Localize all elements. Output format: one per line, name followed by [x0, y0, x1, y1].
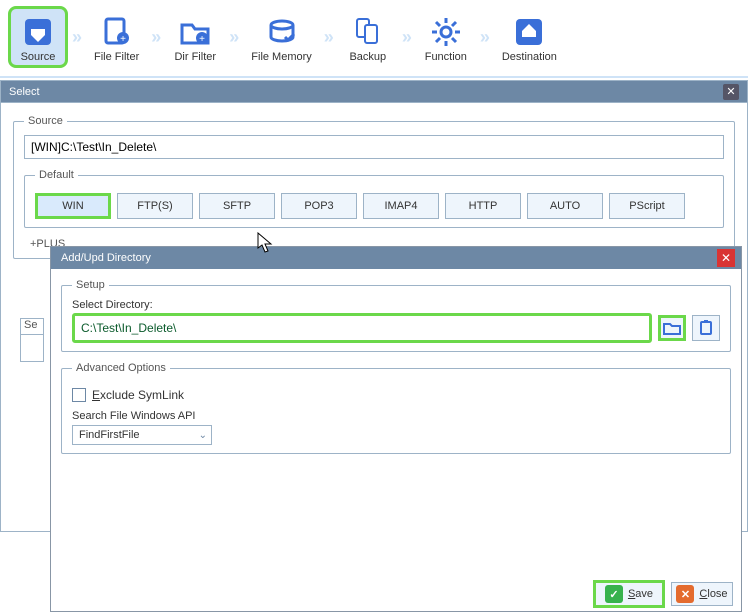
toolbar-file-filter[interactable]: + File Filter — [86, 9, 147, 65]
source-icon — [21, 15, 55, 49]
chevron-icon: » — [72, 27, 82, 48]
chevron-down-icon: ⌄ — [199, 430, 207, 441]
clipboard-icon — [698, 320, 714, 336]
default-fieldset: Default WIN FTP(S) SFTP POP3 IMAP4 HTTP … — [24, 169, 724, 228]
close-icon[interactable]: ✕ — [723, 84, 739, 100]
close-button[interactable]: ✕ Close — [671, 582, 733, 606]
exclude-symlink-checkbox[interactable] — [72, 388, 86, 402]
protocol-win-button[interactable]: WIN — [35, 193, 111, 219]
svg-text:+: + — [120, 34, 126, 45]
source-fieldset: Source Default WIN FTP(S) SFTP POP3 IMAP… — [13, 115, 735, 259]
toolbar-label: Backup — [349, 51, 386, 63]
source-input[interactable] — [24, 135, 724, 159]
main-toolbar: Source » + File Filter » + Dir Filter » … — [0, 0, 748, 78]
setup-legend: Setup — [72, 279, 109, 291]
protocol-imap4-button[interactable]: IMAP4 — [363, 193, 439, 219]
chevron-icon: » — [229, 27, 239, 48]
file-filter-icon: + — [100, 15, 134, 49]
search-api-select[interactable]: FindFirstFile ⌄ — [72, 425, 212, 445]
chevron-icon: » — [324, 27, 334, 48]
folder-icon — [663, 321, 681, 335]
setup-fieldset: Setup Select Directory: — [61, 279, 731, 352]
toolbar-label: File Filter — [94, 51, 139, 63]
protocol-pscript-button[interactable]: PScript — [609, 193, 685, 219]
toolbar-label: Dir Filter — [174, 51, 216, 63]
truncated-box — [20, 334, 44, 362]
source-legend: Source — [24, 115, 67, 127]
dir-filter-icon: + — [178, 15, 212, 49]
addupd-title: Add/Upd Directory — [61, 247, 151, 269]
browse-folder-button[interactable] — [658, 315, 686, 341]
svg-text:+: + — [199, 34, 205, 45]
close-icon[interactable]: ✕ — [717, 249, 735, 267]
exclude-symlink-label: Exclude SymLink — [92, 388, 184, 402]
gear-icon — [429, 15, 463, 49]
advanced-options-fieldset: Advanced Options Exclude SymLink Search … — [61, 362, 731, 454]
save-button[interactable]: ✓ Save — [593, 580, 665, 608]
select-directory-label: Select Directory: — [72, 299, 720, 311]
default-legend: Default — [35, 169, 78, 181]
chevron-icon: » — [480, 27, 490, 48]
toolbar-function[interactable]: Function — [416, 9, 476, 65]
select-value: FindFirstFile — [79, 429, 140, 441]
protocol-pop3-button[interactable]: POP3 — [281, 193, 357, 219]
chevron-icon: » — [151, 27, 161, 48]
addupd-directory-dialog: Add/Upd Directory ✕ Setup Select Directo… — [50, 246, 742, 612]
truncated-label: Se — [20, 318, 44, 334]
select-dialog-titlebar: Select ✕ — [0, 80, 748, 102]
select-dialog-title: Select — [9, 81, 40, 103]
toolbar-backup[interactable]: Backup — [338, 9, 398, 65]
toolbar-dir-filter[interactable]: + Dir Filter — [165, 9, 225, 65]
toolbar-file-memory[interactable]: File Memory — [243, 9, 320, 65]
protocol-ftps-button[interactable]: FTP(S) — [117, 193, 193, 219]
x-icon: ✕ — [676, 585, 694, 603]
protocol-http-button[interactable]: HTTP — [445, 193, 521, 219]
toolbar-source[interactable]: Source — [8, 6, 68, 68]
paste-button[interactable] — [692, 315, 720, 341]
advanced-options-legend: Advanced Options — [72, 362, 170, 374]
addupd-footer: ✓ Save ✕ Close — [51, 577, 741, 611]
toolbar-destination[interactable]: Destination — [494, 9, 565, 65]
toolbar-label: Function — [425, 51, 467, 63]
check-icon: ✓ — [605, 585, 623, 603]
search-api-label: Search File Windows API — [72, 410, 720, 422]
file-memory-icon — [265, 15, 299, 49]
backup-icon — [351, 15, 385, 49]
chevron-icon: » — [402, 27, 412, 48]
toolbar-label: File Memory — [251, 51, 312, 63]
protocol-auto-button[interactable]: AUTO — [527, 193, 603, 219]
destination-icon — [512, 15, 546, 49]
toolbar-label: Destination — [502, 51, 557, 63]
addupd-titlebar: Add/Upd Directory ✕ — [51, 247, 741, 269]
toolbar-label: Source — [21, 51, 56, 63]
protocol-sftp-button[interactable]: SFTP — [199, 193, 275, 219]
directory-input[interactable] — [75, 316, 649, 340]
